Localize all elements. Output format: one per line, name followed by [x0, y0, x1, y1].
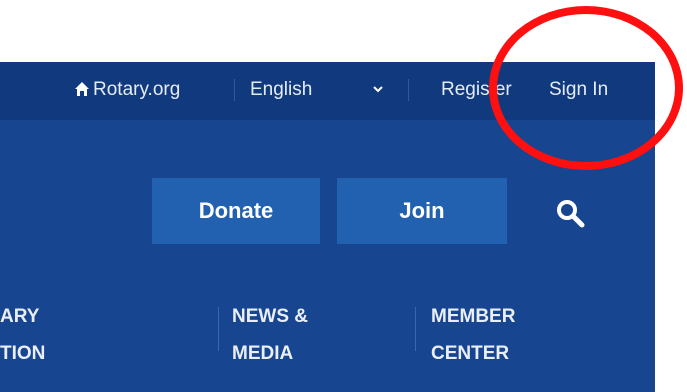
nav-label: TION — [0, 343, 46, 364]
chevron-down-icon[interactable] — [372, 84, 384, 94]
donate-button[interactable]: Donate — [152, 178, 320, 244]
search-icon[interactable] — [555, 198, 585, 228]
home-icon — [75, 82, 89, 96]
highlight-circle — [489, 6, 683, 170]
rotary-org-link[interactable]: Rotary.org — [93, 78, 180, 102]
nav-label: NEWS & — [232, 306, 308, 327]
divider — [218, 307, 219, 351]
nav-label: MEDIA — [232, 343, 294, 364]
join-button[interactable]: Join — [337, 178, 507, 244]
language-select[interactable]: English — [250, 78, 312, 102]
divider — [234, 79, 235, 101]
divider — [408, 79, 409, 101]
nav-label: MEMBER — [431, 306, 516, 327]
nav-label: ARY — [0, 306, 40, 327]
divider — [415, 307, 416, 351]
nav-label: CENTER — [431, 343, 510, 364]
